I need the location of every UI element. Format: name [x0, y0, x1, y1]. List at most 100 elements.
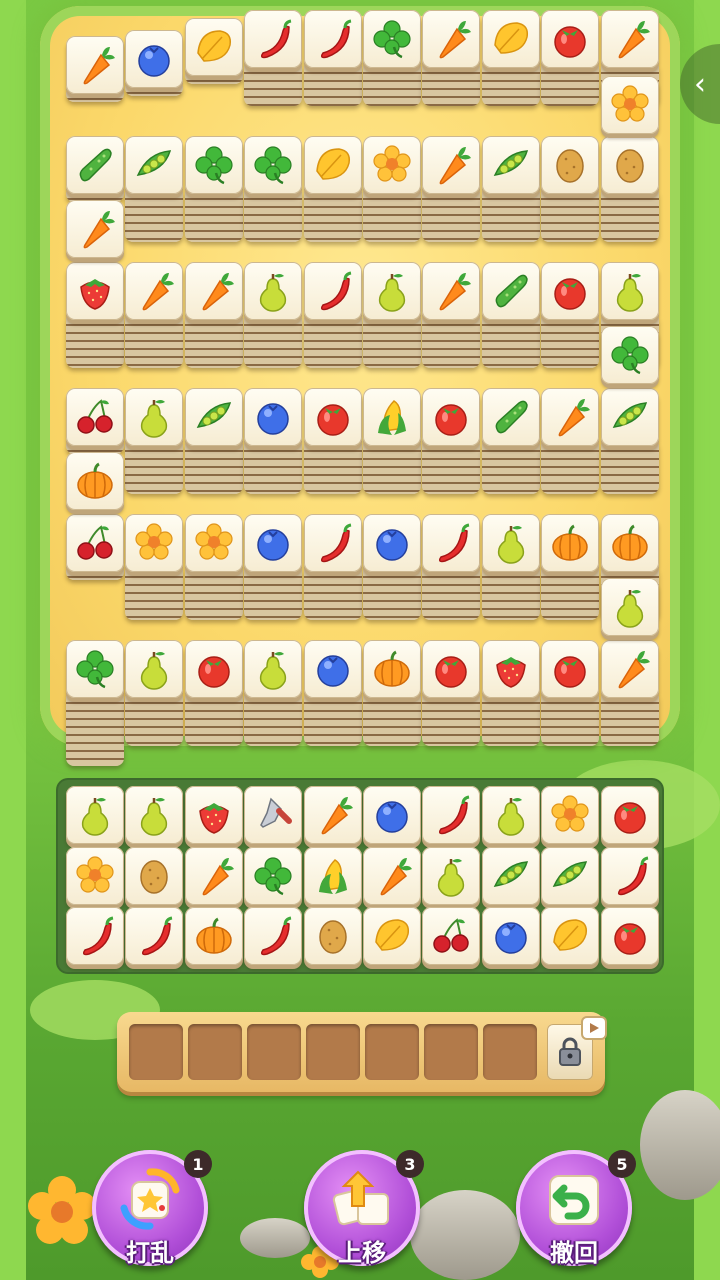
tray-tile[interactable] — [600, 846, 659, 907]
board-tile[interactable] — [600, 388, 659, 494]
move-up-button[interactable]: 3 上移 — [304, 1150, 424, 1267]
connector-tile[interactable] — [600, 326, 659, 386]
board-tile[interactable] — [422, 10, 481, 106]
tray-tile[interactable] — [125, 846, 184, 907]
tray-tile[interactable] — [363, 786, 421, 846]
board-tile[interactable] — [66, 136, 124, 202]
board-tile[interactable] — [600, 136, 659, 242]
board-tile[interactable] — [422, 640, 481, 746]
board-tile[interactable] — [541, 640, 600, 746]
tray-tile[interactable] — [481, 907, 540, 967]
tray-tile[interactable] — [481, 786, 540, 846]
board-tile[interactable] — [66, 640, 124, 766]
tray-tile[interactable] — [303, 846, 362, 907]
board-tile[interactable] — [244, 514, 303, 620]
tray-tile[interactable] — [363, 846, 421, 907]
tray-tile[interactable] — [363, 907, 421, 967]
tray-tile[interactable] — [541, 907, 600, 967]
board-tile[interactable] — [303, 10, 362, 106]
board-tile[interactable] — [125, 262, 184, 368]
board-tile[interactable] — [481, 10, 540, 106]
board-tile[interactable] — [422, 388, 481, 494]
board-tile[interactable] — [66, 514, 124, 580]
tray-tile[interactable] — [184, 907, 243, 967]
tray-tile[interactable] — [66, 907, 124, 967]
video-play-icon[interactable] — [583, 1018, 605, 1038]
tray-tile[interactable] — [66, 846, 124, 907]
tray-tile[interactable] — [541, 786, 600, 846]
shuffle-button[interactable]: 1 打乱 — [92, 1150, 212, 1267]
board-tile[interactable] — [363, 262, 421, 368]
tray-tile[interactable] — [184, 846, 243, 907]
board-tile[interactable] — [600, 514, 659, 620]
board-tile[interactable] — [600, 10, 659, 106]
board-tile[interactable] — [481, 388, 540, 494]
board-tile[interactable] — [363, 10, 421, 106]
tray-tile[interactable] — [184, 786, 243, 846]
board-tile[interactable] — [422, 514, 481, 620]
board-tile[interactable] — [244, 10, 303, 106]
connector-tile[interactable] — [600, 76, 659, 136]
board-tile[interactable] — [244, 136, 303, 242]
tray-tile[interactable] — [303, 907, 362, 967]
board-tile[interactable] — [363, 388, 421, 494]
board-tile[interactable] — [363, 640, 421, 746]
board-tile[interactable] — [481, 514, 540, 620]
connector-tile[interactable] — [66, 452, 124, 512]
tray-tile[interactable] — [422, 846, 481, 907]
board-tile[interactable] — [541, 514, 600, 620]
board-tile[interactable] — [125, 136, 184, 242]
board-tile[interactable] — [422, 136, 481, 242]
board-tile[interactable] — [303, 388, 362, 494]
board-tile[interactable] — [363, 136, 421, 242]
connector-tile[interactable] — [66, 200, 124, 260]
board-tile[interactable] — [125, 640, 184, 746]
board-tile[interactable] — [125, 30, 184, 96]
board-tile[interactable] — [184, 262, 243, 368]
tray-tile[interactable] — [125, 907, 184, 967]
board-tile[interactable] — [422, 262, 481, 368]
board-tile[interactable] — [481, 136, 540, 242]
tray-tile[interactable] — [244, 786, 303, 846]
board-tile[interactable] — [541, 388, 600, 494]
board-tile[interactable] — [541, 10, 600, 106]
undo-button[interactable]: 5 撤回 — [516, 1150, 636, 1267]
board-tile[interactable] — [125, 514, 184, 620]
tray-tile[interactable] — [303, 786, 362, 846]
board-tile[interactable] — [600, 262, 659, 368]
board-tile[interactable] — [363, 514, 421, 620]
board-tile[interactable] — [303, 640, 362, 746]
tray-tile[interactable] — [481, 846, 540, 907]
board-tile[interactable] — [303, 136, 362, 242]
tray-tile[interactable] — [541, 846, 600, 907]
tray-tile[interactable] — [244, 846, 303, 907]
collapse-panel-button[interactable]: ‹ — [680, 44, 720, 124]
board-tile[interactable] — [184, 388, 243, 494]
board-tile[interactable] — [541, 136, 600, 242]
board-tile[interactable] — [66, 262, 124, 368]
board-tile[interactable] — [600, 640, 659, 746]
tray-tile[interactable] — [422, 786, 481, 846]
board-tile[interactable] — [541, 262, 600, 368]
board-tile[interactable] — [244, 262, 303, 368]
board-tile[interactable] — [184, 640, 243, 746]
board-tile[interactable] — [184, 18, 243, 84]
tray-tile[interactable] — [600, 786, 659, 846]
tray-tile[interactable] — [422, 907, 481, 967]
board-tile[interactable] — [244, 388, 303, 494]
tray-tile[interactable] — [244, 907, 303, 967]
tray-tile[interactable] — [66, 786, 124, 846]
board-tile[interactable] — [303, 514, 362, 620]
connector-tile[interactable] — [600, 578, 659, 638]
board-tile[interactable] — [66, 388, 124, 454]
board-tile[interactable] — [125, 388, 184, 494]
tray-tile[interactable] — [125, 786, 184, 846]
tray-tile[interactable] — [600, 907, 659, 967]
board-tile[interactable] — [184, 136, 243, 242]
board-tile[interactable] — [481, 640, 540, 746]
board-tile[interactable] — [303, 262, 362, 368]
board-tile[interactable] — [244, 640, 303, 746]
board-tile[interactable] — [66, 36, 124, 102]
board-tile[interactable] — [184, 514, 243, 620]
board-tile[interactable] — [481, 262, 540, 368]
